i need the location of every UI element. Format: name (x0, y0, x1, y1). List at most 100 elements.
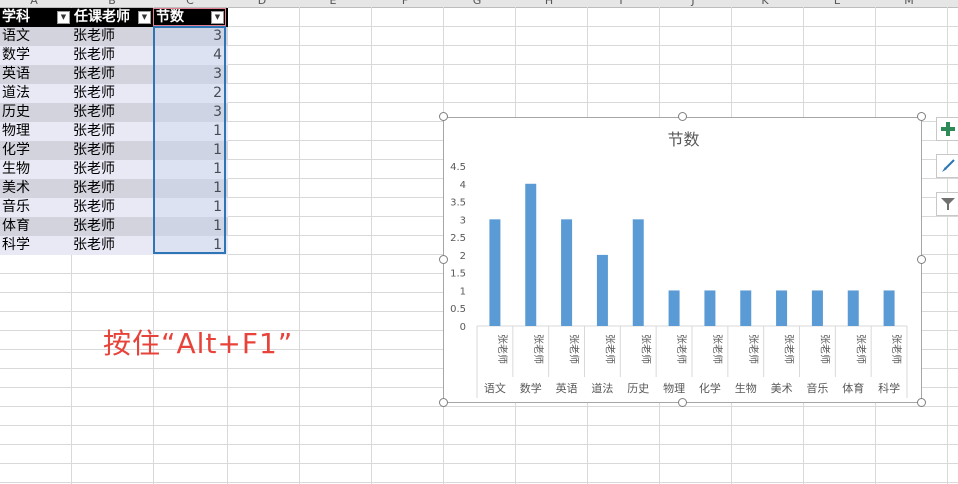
subject-cell[interactable]: 道法 (2, 84, 70, 103)
chart-bar (811, 290, 823, 326)
col-m[interactable]: M (889, 0, 929, 7)
teacher-cell[interactable]: 张老师 (73, 103, 153, 122)
grid-row-line (0, 463, 958, 464)
x-tick-label-subject: 道法 (591, 381, 613, 395)
x-tick-label-subject: 科学 (878, 381, 900, 395)
subject-cell[interactable]: 化学 (2, 141, 70, 160)
y-tick-label: 1.5 (450, 269, 466, 280)
col-e[interactable]: E (313, 0, 353, 7)
col-j[interactable]: J (673, 0, 713, 7)
teacher-cell[interactable]: 张老师 (73, 141, 153, 160)
x-tick-label-subject: 体育 (842, 381, 864, 395)
subject-cell[interactable]: 历史 (2, 103, 70, 122)
teacher-cell[interactable]: 张老师 (73, 122, 153, 141)
x-tick-label-teacher: 张老师 (818, 334, 831, 364)
teacher-cell[interactable]: 张老师 (73, 198, 153, 217)
x-tick-label-teacher: 张老师 (532, 334, 545, 364)
chart-bar (704, 290, 716, 326)
instruction-annotation: 按住“Alt+F1” (103, 327, 294, 360)
teacher-cell[interactable]: 张老师 (73, 236, 153, 255)
chart-filters-button[interactable] (936, 192, 958, 216)
subject-cell[interactable]: 体育 (2, 217, 70, 236)
resize-handle[interactable] (439, 255, 448, 264)
filter-dropdown-icon[interactable]: ▼ (57, 11, 70, 24)
resize-handle[interactable] (917, 398, 926, 407)
y-tick-label: 0.5 (450, 304, 466, 315)
resize-handle[interactable] (678, 398, 687, 407)
chart-canvas: 节数 0 0.5 1 1.5 2 2.5 3 3.5 4 4.5 张老师语文 张老师数学 张老师英语 张老师… (450, 130, 908, 398)
grid-row-line (0, 482, 958, 483)
selected-header-cell (153, 8, 226, 26)
chart-elements-button[interactable] (936, 117, 958, 141)
chart-bar (525, 183, 537, 326)
subject-cell[interactable]: 物理 (2, 122, 70, 141)
chart-styles-button[interactable] (936, 154, 958, 178)
col-a[interactable]: A (14, 0, 54, 7)
x-tick-label-subject: 化学 (699, 381, 721, 395)
x-tick-label-subject: 音乐 (806, 381, 828, 395)
col-i[interactable]: I (601, 0, 641, 7)
resize-handle[interactable] (917, 255, 926, 264)
x-tick-label-subject: 物理 (663, 381, 685, 395)
resize-handle[interactable] (917, 112, 926, 121)
col-l[interactable]: L (817, 0, 857, 7)
x-tick-label-subject: 美术 (771, 382, 793, 395)
grid-row-line (0, 425, 958, 426)
col-g[interactable]: G (457, 0, 497, 7)
teacher-cell[interactable]: 张老师 (73, 46, 153, 65)
teacher-cell[interactable]: 张老师 (73, 217, 153, 236)
teacher-cell[interactable]: 张老师 (73, 65, 153, 84)
column-header-strip: A B C D E F G H I J K L M (0, 0, 958, 8)
selected-range[interactable] (153, 26, 226, 254)
chart-bar (847, 290, 859, 326)
subject-cell[interactable]: 语文 (2, 27, 70, 46)
col-b[interactable]: B (92, 0, 132, 7)
chart-bar (776, 290, 788, 326)
teacher-cell[interactable]: 张老师 (73, 179, 153, 198)
y-tick-label: 2 (460, 251, 466, 262)
resize-handle[interactable] (678, 112, 687, 121)
chart-bar (489, 219, 501, 326)
filter-dropdown-icon[interactable]: ▼ (138, 11, 151, 24)
x-tick-label-teacher: 张老师 (783, 334, 796, 364)
subject-cell[interactable]: 英语 (2, 65, 70, 84)
col-h[interactable]: H (529, 0, 569, 7)
subject-cell[interactable]: 数学 (2, 46, 70, 65)
teacher-cell[interactable]: 张老师 (73, 84, 153, 103)
teacher-cell[interactable]: 张老师 (73, 27, 153, 46)
bar-chart[interactable]: 节数 0 0.5 1 1.5 2 2.5 3 3.5 4 4.5 张老师 语文 张老师 数学 张老师 英语 张老师… (443, 117, 922, 403)
col-f[interactable]: F (385, 0, 425, 7)
x-tick-label-teacher: 张老师 (890, 334, 903, 364)
subject-cell[interactable]: 生物 (2, 160, 70, 179)
resize-handle[interactable] (439, 398, 448, 407)
x-tick-label-teacher: 张老师 (603, 334, 616, 364)
grid-row-line (0, 444, 958, 445)
brush-icon (942, 159, 955, 172)
y-tick-label: 3 (460, 215, 466, 226)
col-k[interactable]: K (745, 0, 785, 7)
filter-icon (941, 198, 955, 210)
y-tick-label: 1 (460, 286, 466, 297)
x-tick-label-teacher: 张老师 (854, 334, 867, 364)
col-c[interactable]: C (170, 0, 210, 7)
subject-cell[interactable]: 音乐 (2, 198, 70, 217)
resize-handle[interactable] (439, 112, 448, 121)
chart-bar (740, 290, 752, 326)
y-tick-label: 3.5 (450, 198, 466, 209)
y-tick-label: 4 (460, 180, 466, 191)
grid-column-line (947, 7, 948, 484)
col-d[interactable]: D (242, 0, 282, 7)
grid-row-line (0, 406, 958, 407)
subject-cell[interactable]: 科学 (2, 236, 70, 255)
x-tick-label-teacher: 张老师 (747, 334, 760, 364)
grid-column-line (299, 7, 300, 484)
x-tick-label-subject: 数学 (520, 381, 542, 395)
chart-title: 节数 (667, 130, 699, 149)
x-tick-label-subject: 英语 (556, 381, 578, 395)
teacher-cell[interactable]: 张老师 (73, 160, 153, 179)
chart-bar (632, 219, 644, 326)
x-tick-label-teacher: 张老师 (711, 334, 724, 364)
subject-cell[interactable]: 美术 (2, 179, 70, 198)
chart-bar (883, 290, 895, 326)
chart-bar (668, 290, 680, 326)
